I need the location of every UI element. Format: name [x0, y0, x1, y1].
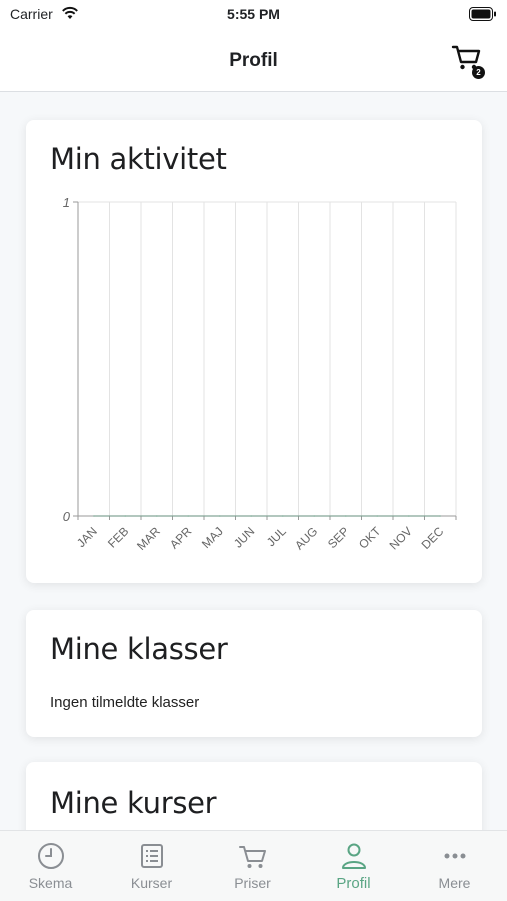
classes-card: Mine klasser Ingen tilmeldte klasser: [26, 610, 482, 737]
data-point: [439, 515, 442, 517]
tab-skema[interactable]: Skema: [0, 831, 101, 901]
y-tick-label: 0: [63, 509, 71, 524]
tab-kurser[interactable]: Kurser: [101, 831, 202, 901]
data-point: [155, 515, 158, 517]
x-tick-label: OKT: [356, 524, 384, 552]
x-tick-label: JAN: [74, 524, 100, 550]
x-tick-label: FEB: [105, 524, 131, 550]
tab-mere[interactable]: Mere: [404, 831, 505, 901]
classes-empty-text: Ingen tilmeldte klasser: [50, 694, 200, 711]
tab-label: Profil: [336, 875, 371, 892]
data-point: [313, 515, 316, 517]
x-tick-label: JUN: [231, 524, 257, 550]
tab-priser[interactable]: Priser: [202, 831, 303, 901]
courses-title: Mine kurser: [50, 786, 217, 820]
user-icon: [342, 843, 366, 869]
tab-label: Skema: [28, 875, 73, 891]
activity-card: Min aktivitet 0 1 JAN FEB MAR APR MAJ JUN JUL AUG…: [26, 120, 482, 583]
data-point: [187, 515, 190, 517]
navigation-bar: Profil 2: [0, 28, 507, 92]
x-tick-label: MAJ: [199, 524, 226, 551]
page-title: Profil: [229, 50, 278, 71]
activity-chart: 0 1 JAN FEB MAR APR MAJ JUN JUL AUG SEP OKT NOV DEC: [63, 195, 457, 553]
x-tick-label: NOV: [387, 524, 415, 552]
data-point: [92, 515, 95, 517]
y-tick-label: 1: [63, 195, 70, 210]
more-icon: [444, 853, 466, 859]
x-tick-label: DEC: [419, 524, 447, 552]
data-point: [344, 515, 347, 517]
tab-label: Mere: [438, 875, 471, 891]
tab-label: Priser: [234, 875, 271, 891]
data-point: [218, 515, 221, 517]
data-point: [124, 515, 127, 517]
x-tick-label: SEP: [325, 524, 352, 551]
data-point: [281, 515, 284, 517]
tab-profil[interactable]: Profil: [303, 831, 404, 901]
battery-icon: [469, 7, 496, 21]
x-tick-label: APR: [167, 524, 195, 552]
clock-icon: [38, 843, 64, 869]
data-point: [250, 515, 253, 517]
x-tick-label: MAR: [134, 524, 163, 553]
data-point: [376, 515, 379, 517]
cart-badge: 2: [472, 66, 485, 79]
classes-title: Mine klasser: [50, 632, 228, 666]
tab-label: Kurser: [130, 875, 173, 891]
list-icon: [141, 844, 163, 868]
status-bar: Carrier 5:55 PM: [0, 0, 507, 28]
data-point: [407, 515, 410, 517]
clock-time: 5:55 PM: [227, 6, 280, 22]
x-tick-label: AUG: [292, 524, 320, 552]
cart-icon: [239, 846, 266, 868]
x-tick-label: JUL: [264, 524, 289, 549]
tab-bar: Skema Kurser Priser Profil Mere: [0, 830, 507, 901]
